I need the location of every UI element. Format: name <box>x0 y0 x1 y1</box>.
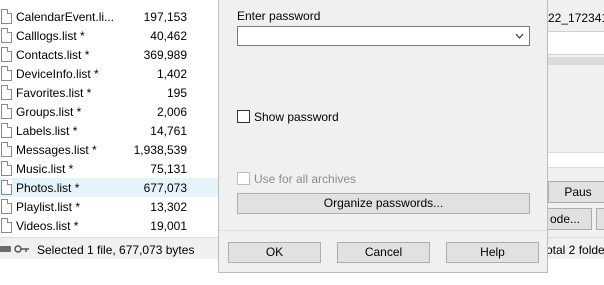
file-size: 19,001 <box>150 219 187 233</box>
ok-button[interactable]: OK <box>228 242 321 263</box>
archive-name-text: 22_172341 <box>548 11 604 25</box>
file-icon <box>1 47 12 62</box>
file-row[interactable]: Videos.list * 19,001 <box>0 216 218 235</box>
app-window: CalendarEvent.li... 197,153 Calllogs.lis… <box>0 0 604 285</box>
file-name: Music.list * <box>16 162 74 176</box>
file-name: DeviceInfo.list * <box>16 67 99 81</box>
password-dialog: Enter password Show password Use for all… <box>218 0 548 273</box>
file-icon <box>1 199 12 214</box>
pause-button[interactable]: Paus <box>548 181 604 203</box>
organize-passwords-button[interactable]: Organize passwords... <box>237 193 530 214</box>
file-row[interactable]: DeviceInfo.list * 1,402 <box>0 64 218 83</box>
file-size: 2,006 <box>156 105 187 119</box>
password-combobox[interactable] <box>237 26 530 46</box>
help-button[interactable]: Help <box>446 242 539 263</box>
file-row[interactable]: Favorites.list * 195 <box>0 83 218 102</box>
background-field <box>548 31 604 55</box>
file-name: Favorites.list * <box>16 86 92 100</box>
background-strip <box>548 57 604 65</box>
chevron-down-icon[interactable] <box>515 30 524 42</box>
file-size: 14,761 <box>150 124 187 138</box>
file-row[interactable]: CalendarEvent.li... 197,153 <box>0 7 218 26</box>
background-line <box>548 152 604 168</box>
file-icon <box>1 104 12 119</box>
file-size: 75,131 <box>150 162 187 176</box>
file-name: Labels.list * <box>16 124 78 138</box>
dialog-separator <box>219 230 547 231</box>
show-password-label[interactable]: Show password <box>254 110 339 124</box>
file-name: CalendarEvent.li... <box>16 10 115 24</box>
file-icon <box>1 9 12 24</box>
status-total-text: otal 2 folde <box>546 243 604 257</box>
file-row[interactable]: Playlist.list * 13,302 <box>0 197 218 216</box>
file-row[interactable]: Calllogs.list * 40,462 <box>0 26 218 45</box>
file-icon <box>1 161 12 176</box>
file-icon <box>1 28 12 43</box>
file-row-selected[interactable]: Photos.list * 677,073 <box>0 178 218 197</box>
cancel-button[interactable]: Cancel <box>337 242 430 263</box>
drive-icon <box>0 246 11 252</box>
file-size: 1,402 <box>156 67 187 81</box>
file-name: Photos.list * <box>16 181 80 195</box>
file-icon <box>1 66 12 81</box>
file-size: 13,302 <box>150 200 187 214</box>
use-for-all-checkbox[interactable] <box>237 172 250 185</box>
password-label: Enter password <box>237 9 321 23</box>
file-list: CalendarEvent.li... 197,153 Calllogs.lis… <box>0 0 218 236</box>
password-input[interactable] <box>240 28 500 44</box>
status-icons <box>0 243 32 255</box>
file-row[interactable]: Music.list * 75,131 <box>0 159 218 178</box>
file-name: Messages.list * <box>16 143 97 157</box>
file-name: Groups.list * <box>16 105 82 119</box>
extra-button[interactable] <box>596 208 604 230</box>
file-size: 40,462 <box>150 29 187 43</box>
file-size: 369,989 <box>143 48 187 62</box>
show-password-checkbox[interactable] <box>237 110 250 123</box>
file-name: Videos.list * <box>16 219 79 233</box>
status-text: Selected 1 file, 677,073 bytes <box>37 243 195 257</box>
file-size: 1,938,539 <box>133 143 187 157</box>
file-icon <box>1 142 12 157</box>
file-icon <box>1 123 12 138</box>
file-row[interactable]: Messages.list * 1,938,539 <box>0 140 218 159</box>
file-name: Contacts.list * <box>16 48 90 62</box>
use-for-all-label[interactable]: Use for all archives <box>254 172 356 186</box>
file-name: Playlist.list * <box>16 200 81 214</box>
key-icon <box>14 245 29 253</box>
file-icon <box>1 218 12 233</box>
file-row[interactable]: Labels.list * 14,761 <box>0 121 218 140</box>
file-icon <box>1 85 12 100</box>
file-size: 677,073 <box>143 181 187 195</box>
file-icon <box>1 180 12 195</box>
file-size: 197,153 <box>143 10 187 24</box>
file-name: Calllogs.list * <box>16 29 85 43</box>
file-row[interactable]: Contacts.list * 369,989 <box>0 45 218 64</box>
file-row[interactable]: Groups.list * 2,006 <box>0 102 218 121</box>
file-size: 195 <box>166 86 187 100</box>
